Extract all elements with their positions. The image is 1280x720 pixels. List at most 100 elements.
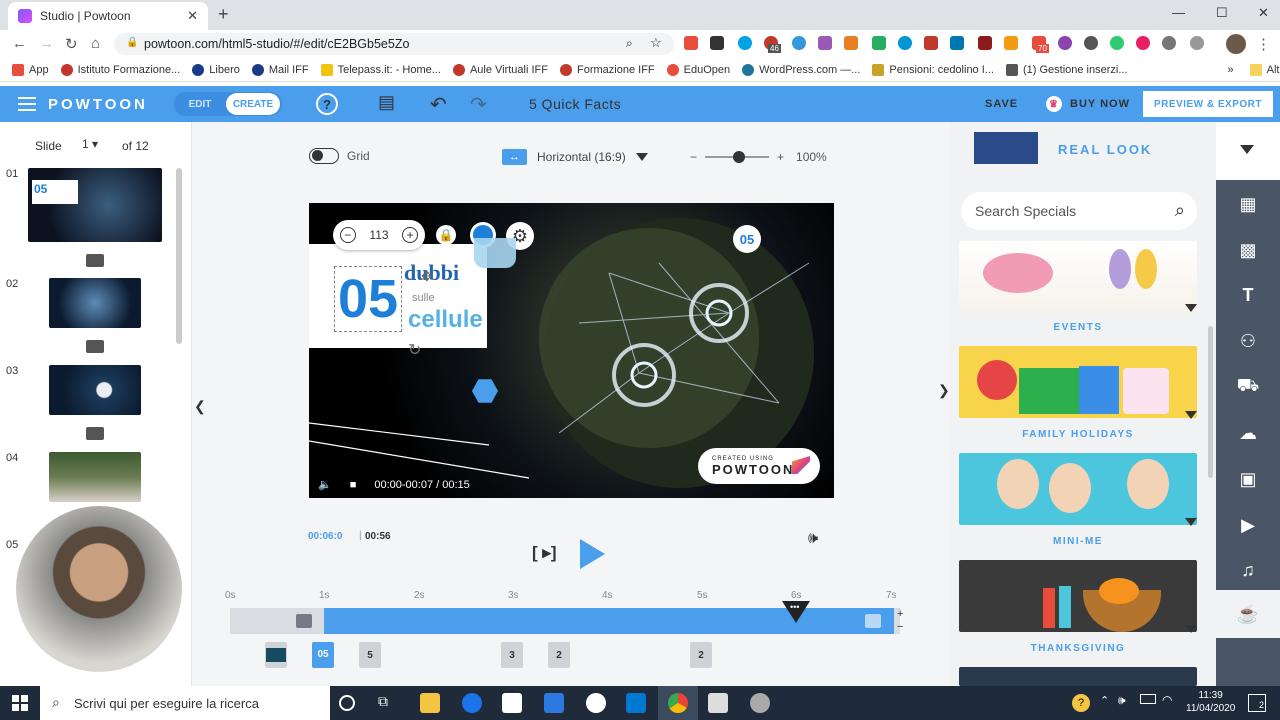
extension-icon[interactable] [1136, 36, 1150, 50]
grid-toggle[interactable]: Grid [309, 148, 370, 164]
slide-thumbnail[interactable] [49, 365, 141, 415]
zoom-out-icon[interactable]: − [690, 150, 697, 164]
notes-icon[interactable]: ▤ [378, 92, 395, 113]
buy-now-button[interactable]: ♛ BUY NOW [1046, 96, 1130, 112]
save-button[interactable]: SAVE [985, 98, 1018, 110]
cloud-icon[interactable] [792, 36, 806, 50]
extension-icon[interactable] [1084, 36, 1098, 50]
category-label[interactable]: EVENTS [959, 322, 1197, 333]
timeline-element-badge[interactable]: 3 [501, 642, 523, 668]
bookmark-item[interactable]: Aule Virtuali IFF [452, 63, 548, 76]
increase-icon[interactable]: + [402, 227, 419, 243]
extension-icon[interactable] [1110, 36, 1124, 50]
style-title[interactable]: REAL LOOK [1058, 142, 1152, 157]
other-bookmarks[interactable]: Altri Preferiti [1249, 63, 1280, 76]
category-label[interactable]: THANKSGIVING [959, 643, 1197, 654]
library-scrollbar[interactable] [1208, 326, 1213, 478]
specials-icon[interactable]: ☕ [1216, 590, 1280, 638]
back-icon[interactable]: ← [12, 35, 27, 52]
chevron-down-icon[interactable] [1185, 304, 1197, 312]
timeline-element-badge[interactable]: 5 [359, 642, 381, 668]
bookmark-item[interactable]: Telepass.it: - Home... [320, 63, 441, 76]
create-mode-button[interactable]: CREATE [226, 93, 280, 115]
category-card-next[interactable] [959, 667, 1197, 686]
zoom-slider-knob[interactable] [733, 151, 746, 163]
minimize-window-icon[interactable]: — [1172, 5, 1185, 20]
profile-avatar[interactable] [1226, 34, 1246, 54]
chevron-down-icon[interactable] [1240, 145, 1254, 154]
chevron-down-icon[interactable] [1185, 625, 1197, 633]
extension-icon[interactable] [710, 36, 724, 50]
category-card-family-holidays[interactable] [959, 346, 1197, 418]
zoom-in-icon[interactable]: + [777, 150, 784, 164]
search-icon[interactable]: ⌕ [1175, 200, 1185, 221]
slide-panel-scrollbar[interactable] [176, 168, 182, 344]
bookmark-item[interactable]: (1) Gestione inserzi... [1005, 63, 1128, 76]
orientation-select[interactable]: ↔ Horizontal (16:9) [502, 149, 648, 165]
title-word-cellule[interactable]: cellule [408, 306, 483, 334]
mode-toggle[interactable]: EDIT CREATE [174, 92, 282, 116]
speaker-icon[interactable]: 🔈 [318, 478, 332, 491]
timeline-element-badge[interactable]: 2 [548, 642, 570, 668]
close-window-icon[interactable]: ✕ [1258, 5, 1269, 21]
browser-tab[interactable]: Studio | Powtoon ✕ [8, 2, 208, 30]
timeline-element-badge[interactable]: 2 [690, 642, 712, 668]
slide-thumbnail[interactable]: 05 [28, 168, 162, 242]
add-slide-icon[interactable] [86, 340, 104, 353]
extension-icon[interactable] [1058, 36, 1072, 50]
chrome-icon[interactable] [668, 693, 688, 713]
volume-icon[interactable]: 🕪 [808, 530, 818, 548]
maximize-window-icon[interactable]: ☐ [1216, 5, 1228, 21]
timeline-element-badge[interactable]: 05 [312, 642, 334, 668]
extension-icon[interactable] [1190, 36, 1204, 50]
battery-icon[interactable] [1140, 694, 1156, 704]
bookmark-item[interactable]: App [12, 63, 49, 76]
bookmark-item[interactable]: Formazione IFF [560, 63, 655, 76]
layout-icon[interactable]: ▦ [1216, 184, 1280, 224]
hp-icon[interactable] [898, 36, 912, 50]
category-label[interactable]: FAMILY HOLIDAYS [959, 429, 1197, 440]
map-pin-marker[interactable]: 05 [733, 225, 761, 253]
category-label[interactable]: MINI-ME [959, 536, 1197, 547]
bookmark-item[interactable]: Pensioni: cedolino I... [872, 63, 994, 76]
chevron-down-icon[interactable] [1185, 518, 1197, 526]
timeline-add-icon[interactable]: + [897, 608, 903, 620]
extension-icon[interactable] [978, 36, 992, 50]
extension-icon[interactable] [818, 36, 832, 50]
category-card-mini-me[interactable] [959, 453, 1197, 525]
slide-thumbnail[interactable] [49, 452, 141, 502]
reload-icon[interactable]: ↻ [65, 35, 78, 53]
windows-start-icon[interactable] [12, 695, 28, 711]
extension-icon[interactable] [1162, 36, 1176, 50]
search-specials-input[interactable]: Search Specials ⌕ [961, 192, 1197, 230]
url-field[interactable]: 🔒 powtoon.com/html5-studio/#/edit/cE2BGb… [114, 33, 674, 55]
bookmark-item[interactable]: Mail IFF [251, 63, 309, 76]
pdf-icon[interactable] [924, 36, 938, 50]
decrease-icon[interactable]: − [339, 227, 356, 243]
category-card-events[interactable] [959, 241, 1197, 313]
skype-icon[interactable] [738, 36, 752, 50]
bookmark-item[interactable]: Libero [192, 63, 240, 76]
mail-icon[interactable] [626, 693, 646, 713]
taskbar-search-input[interactable]: ⌕ Scrivi qui per eseguire la ricerca [40, 686, 330, 720]
edit-mode-button[interactable]: EDIT [174, 99, 226, 110]
home-icon[interactable]: ⌂ [91, 35, 100, 52]
rotate-handle-icon[interactable]: ↻ [408, 340, 421, 360]
play-icon[interactable] [580, 539, 605, 569]
task-view-icon[interactable]: ⧉ [378, 693, 388, 710]
cortana-icon[interactable] [339, 695, 355, 711]
video-icon[interactable]: ▶ [1216, 505, 1280, 545]
extension-icon[interactable] [872, 36, 886, 50]
extension-icon[interactable] [684, 36, 698, 50]
hamburger-menu-icon[interactable] [18, 97, 36, 111]
lock-element-icon[interactable]: 🔒 [436, 225, 456, 245]
timeline-end-handle[interactable] [865, 614, 881, 628]
browser-menu-icon[interactable]: ⋮ [1256, 35, 1271, 53]
help-icon[interactable]: ? [316, 93, 338, 115]
toggle-switch[interactable] [309, 148, 339, 164]
notification-center-icon[interactable]: 2 [1248, 694, 1266, 712]
slide-thumbnail[interactable] [49, 278, 141, 328]
text-icon[interactable]: T [1216, 275, 1280, 315]
background-icon[interactable]: ▩ [1216, 230, 1280, 270]
forward-icon[interactable]: → [39, 35, 54, 52]
